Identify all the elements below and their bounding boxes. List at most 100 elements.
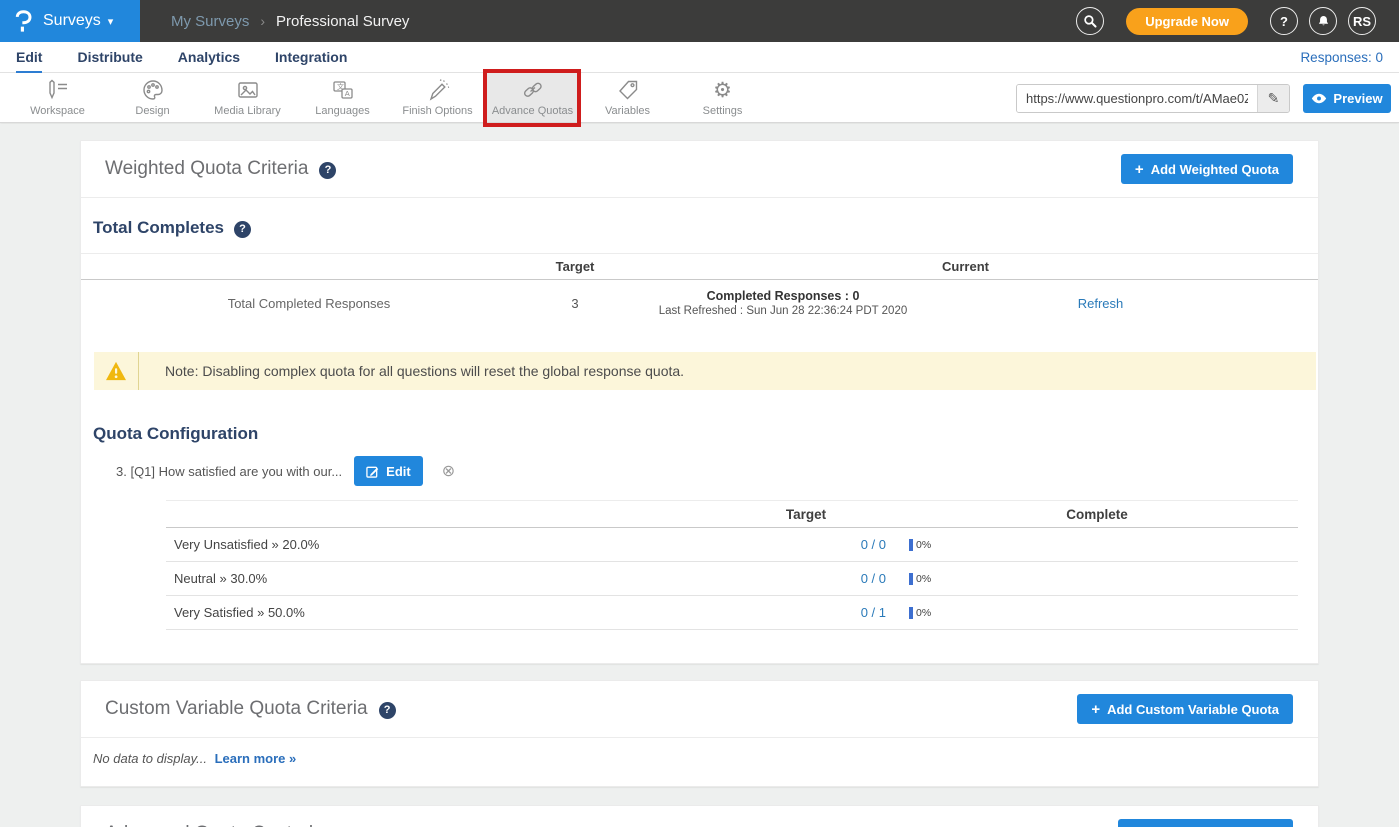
column-complete: Complete [976,507,1298,522]
add-weighted-quota-button[interactable]: + Add Weighted Quota [1121,154,1293,184]
remove-quota-icon[interactable]: ⊗ [442,461,455,481]
tab-edit[interactable]: Edit [16,42,42,73]
quota-configuration-title: Quota Configuration [93,424,258,444]
survey-url-input[interactable] [1017,85,1257,112]
product-menu-label: Surveys [43,12,101,30]
page-content: Weighted Quota Criteria ? + Add Weighted… [0,124,1399,827]
edit-icon [366,465,379,478]
table-row: Total Completed Responses 3 Completed Re… [81,280,1318,330]
warning-icon [105,361,127,381]
empty-state-text: No data to display... [93,751,207,766]
table-row: Neutral » 30.0% 0 / 0 0% [166,562,1298,596]
answer-label: Neutral » 30.0% [166,571,726,586]
help-icon[interactable]: ? [319,162,336,179]
toolbar-item-variables[interactable]: Variables [580,73,675,122]
answer-label: Very Unsatisfied » 20.0% [166,537,726,552]
target-count-link[interactable]: 0 / 0 [861,537,886,552]
search-icon [1082,13,1098,29]
toolbar-item-workspace[interactable]: Workspace [10,73,105,122]
search-button[interactable] [1076,7,1104,35]
table-row: Very Unsatisfied » 20.0% 0 / 0 0% [166,528,1298,562]
progress-percent: 0% [916,539,931,551]
main-nav: Edit Distribute Analytics Integration Re… [0,42,1399,73]
questionpro-logo-icon [13,9,34,34]
advanced-quota-card: Advanced Quota Control ? + Add Advanced … [80,805,1319,827]
column-target: Target [726,507,886,522]
note-text: Note: Disabling complex quota for all qu… [139,363,684,379]
tab-analytics[interactable]: Analytics [178,42,240,73]
completed-responses: Completed Responses : 0 [613,289,953,303]
tab-integration[interactable]: Integration [275,42,347,73]
add-custom-variable-quota-button[interactable]: + Add Custom Variable Quota [1077,694,1293,724]
topbar: Surveys ▾ My Surveys › Professional Surv… [0,0,1399,42]
toolbar-item-finish-options[interactable]: Finish Options [390,73,485,122]
progress-percent: 0% [916,607,931,619]
palette-icon [141,78,165,102]
question-mark-icon: ? [1280,14,1288,29]
divider [81,197,1318,198]
toolbar-item-settings[interactable]: ⚙ Settings [675,73,770,122]
total-completes-table: Target Current Total Completed Responses… [81,253,1318,330]
help-icon[interactable]: ? [379,702,396,719]
column-target: Target [537,259,613,274]
upgrade-now-button[interactable]: Upgrade Now [1126,8,1248,35]
column-current: Current [613,259,1318,274]
workspace-icon [46,78,70,102]
tab-distribute[interactable]: Distribute [77,42,142,73]
translate-icon: 文 A [331,78,355,102]
row-label: Total Completed Responses [81,296,537,311]
custom-variable-quota-title: Custom Variable Quota Criteria [105,698,368,720]
custom-variable-quota-card: Custom Variable Quota Criteria ? + Add C… [80,680,1319,787]
last-refreshed: Last Refreshed : Sun Jun 28 22:36:24 PDT… [613,305,953,317]
responses-count[interactable]: Responses: 0 [1300,50,1383,65]
help-button[interactable]: ? [1270,7,1298,35]
preview-button[interactable]: Preview [1303,84,1391,113]
question-label: 3. [Q1] How satisfied are you with our..… [116,464,342,479]
plus-icon: + [1135,161,1144,178]
quota-table: Target Complete Very Unsatisfied » 20.0%… [166,500,1298,630]
toolbar-item-design[interactable]: Design [105,73,200,122]
breadcrumb-current: Professional Survey [276,13,409,30]
note-banner: Note: Disabling complex quota for all qu… [94,352,1316,390]
edit-quota-button[interactable]: Edit [354,456,423,486]
breadcrumb-my-surveys[interactable]: My Surveys [171,13,249,30]
toolbar-item-advance-quotas[interactable]: Advance Quotas [485,73,580,122]
topbar-actions: Upgrade Now ? RS [1076,7,1376,35]
tag-icon [616,78,640,102]
notifications-button[interactable] [1309,7,1337,35]
progress-bar [909,607,913,619]
product-switcher[interactable]: Surveys ▾ [0,0,140,42]
avatar[interactable]: RS [1348,7,1376,35]
target-value: 3 [537,296,613,311]
chevron-down-icon: ▾ [108,15,114,28]
table-row: Very Satisfied » 50.0% 0 / 1 0% [166,596,1298,630]
svg-text:A: A [344,89,349,98]
edit-toolbar: Workspace Design Media Library 文 A [0,73,1399,123]
bell-icon [1316,13,1331,29]
learn-more-link[interactable]: Learn more » [215,751,297,766]
answer-label: Very Satisfied » 50.0% [166,605,726,620]
survey-url-group: ✎ [1016,84,1290,113]
pencil-icon: ✎ [1268,90,1280,106]
chain-links-icon [521,78,545,102]
weighted-quota-card: Weighted Quota Criteria ? + Add Weighted… [80,140,1319,664]
table-header: Target Current [81,253,1318,280]
eye-icon [1311,92,1327,105]
image-icon [236,78,260,102]
refresh-link[interactable]: Refresh [1078,296,1124,311]
progress-bar [909,573,913,585]
total-completes-title: Total Completes [93,218,224,238]
toolbar-item-media-library[interactable]: Media Library [200,73,295,122]
avatar-initials: RS [1353,14,1371,29]
help-icon[interactable]: ? [234,221,251,238]
add-advanced-quota-button[interactable]: + Add Advanced Quota [1118,819,1293,827]
plus-icon: + [1091,701,1100,718]
quota-question-row: 3. [Q1] How satisfied are you with our..… [116,456,1318,486]
target-count-link[interactable]: 0 / 0 [861,571,886,586]
edit-url-button[interactable]: ✎ [1257,85,1289,112]
progress-bar [909,539,913,551]
advanced-quota-title: Advanced Quota Control [105,823,313,827]
breadcrumb: My Surveys › Professional Survey [171,13,409,30]
target-count-link[interactable]: 0 / 1 [861,605,886,620]
toolbar-item-languages[interactable]: 文 A Languages [295,73,390,122]
